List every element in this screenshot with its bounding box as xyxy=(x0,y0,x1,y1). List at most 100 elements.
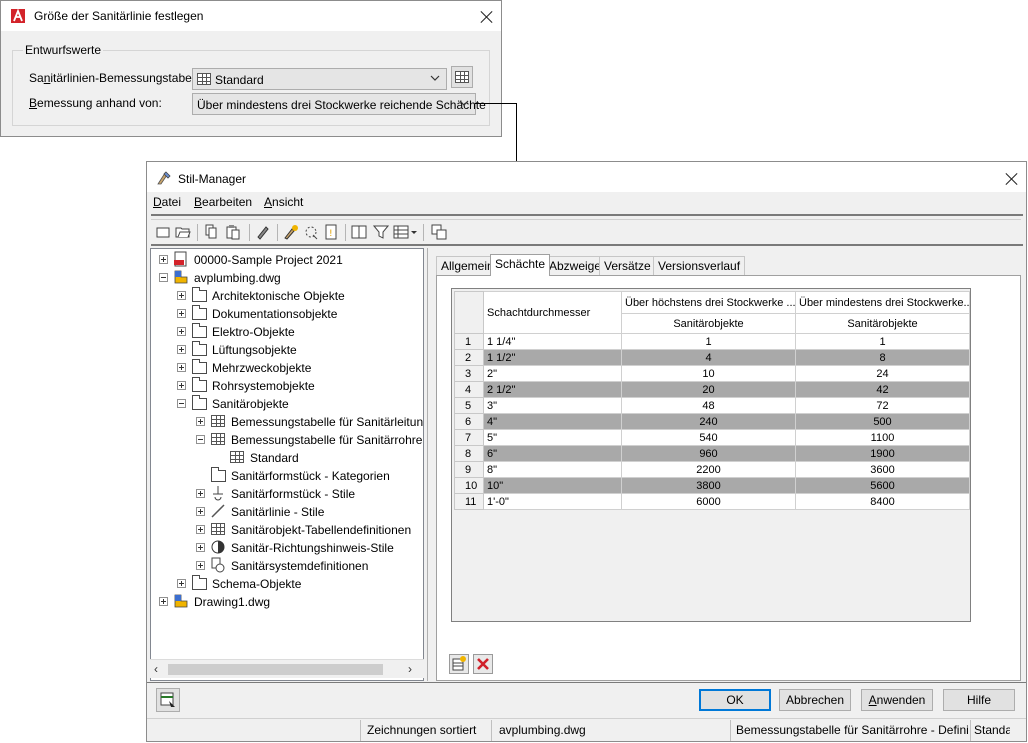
cell-shaft-diameter[interactable]: 1 1/2" xyxy=(483,349,622,366)
cell-min-three-floors[interactable]: 1900 xyxy=(795,445,970,462)
table-row[interactable]: 11 1/4" 1 1 xyxy=(454,333,970,350)
cell-min-three-floors[interactable]: 24 xyxy=(795,365,970,382)
table-row[interactable]: 10 10" 3800 5600 xyxy=(454,477,970,494)
cell-shaft-diameter[interactable]: 2" xyxy=(483,365,622,382)
cell-max-three-floors[interactable]: 6000 xyxy=(621,493,796,510)
expand-icon[interactable] xyxy=(177,363,186,372)
cell-min-three-floors[interactable]: 8400 xyxy=(795,493,970,510)
view-options-icon[interactable] xyxy=(393,224,419,240)
menu-file[interactable]: Datei xyxy=(153,195,181,209)
tab-shafts[interactable]: Schächte xyxy=(490,254,551,276)
cell-shaft-diameter[interactable]: 1'-0" xyxy=(483,493,622,510)
cell-shaft-diameter[interactable]: 8" xyxy=(483,461,622,478)
paste-icon[interactable] xyxy=(225,224,241,240)
sizing-basis-combo[interactable]: Über mindestens drei Stockwerke reichend… xyxy=(192,93,486,115)
cell-min-three-floors[interactable]: 500 xyxy=(795,413,970,430)
column-header-max-three-floors[interactable]: Über höchstens drei Stockwerke ... xyxy=(621,291,796,314)
tab-version-history[interactable]: Versionsverlauf xyxy=(653,256,746,275)
cell-max-three-floors[interactable]: 3800 xyxy=(621,477,796,494)
cell-shaft-diameter[interactable]: 5" xyxy=(483,429,622,446)
tree-horizontal-scrollbar[interactable]: ‹ › xyxy=(150,659,424,678)
cell-min-three-floors[interactable]: 3600 xyxy=(795,461,970,478)
column-header-min-three-floors[interactable]: Über mindestens drei Stockwerke... xyxy=(795,291,970,314)
collapse-icon[interactable] xyxy=(159,273,168,282)
edit-style-icon[interactable] xyxy=(255,224,271,240)
row-number[interactable]: 6 xyxy=(454,413,484,430)
tab-offsets[interactable]: Versätze xyxy=(599,256,656,275)
table-row[interactable]: 7 5" 540 1100 xyxy=(454,429,970,446)
expand-icon[interactable] xyxy=(177,579,186,588)
table-row[interactable]: 5 3" 48 72 xyxy=(454,397,970,414)
add-row-button[interactable] xyxy=(449,654,469,674)
copy-icon[interactable] xyxy=(203,224,219,240)
row-number[interactable]: 7 xyxy=(454,429,484,446)
expand-icon[interactable] xyxy=(196,507,205,516)
close-icon[interactable] xyxy=(1004,171,1020,187)
compare-icon[interactable] xyxy=(351,224,367,240)
style-tree[interactable]: 00000-Sample Project 2021 avplumbing.dwg A… xyxy=(150,248,424,681)
apply-button[interactable]: Anwenden xyxy=(861,689,933,711)
row-number[interactable]: 11 xyxy=(454,493,484,510)
table-row[interactable]: 6 4" 240 500 xyxy=(454,413,970,430)
row-number[interactable]: 9 xyxy=(454,461,484,478)
expand-icon[interactable] xyxy=(196,525,205,534)
cell-shaft-diameter[interactable]: 4" xyxy=(483,413,622,430)
cell-max-three-floors[interactable]: 10 xyxy=(621,365,796,382)
cell-shaft-diameter[interactable]: 3" xyxy=(483,397,622,414)
menu-edit[interactable]: Bearbeiten xyxy=(194,195,252,209)
expand-icon[interactable] xyxy=(196,489,205,498)
expand-icon[interactable] xyxy=(177,345,186,354)
cell-max-three-floors[interactable]: 2200 xyxy=(621,461,796,478)
toggle-view-icon[interactable] xyxy=(431,224,447,240)
ok-button[interactable]: OK xyxy=(699,689,771,711)
row-number[interactable]: 1 xyxy=(454,333,484,350)
expand-icon[interactable] xyxy=(196,561,205,570)
new-style-icon[interactable] xyxy=(283,224,299,240)
new-icon[interactable] xyxy=(155,224,171,240)
sizing-table-combo[interactable]: Standard xyxy=(192,68,447,90)
purge-icon[interactable] xyxy=(303,224,319,240)
tab-branches[interactable]: Abzweige xyxy=(544,256,607,275)
cell-max-three-floors[interactable]: 540 xyxy=(621,429,796,446)
row-number[interactable]: 5 xyxy=(454,397,484,414)
cell-max-three-floors[interactable]: 48 xyxy=(621,397,796,414)
style-info-icon[interactable]: ! xyxy=(323,224,339,240)
expand-icon[interactable] xyxy=(177,309,186,318)
table-row[interactable]: 42 1/2" 20 42 xyxy=(454,381,970,398)
cell-min-three-floors[interactable]: 8 xyxy=(795,349,970,366)
expand-icon[interactable] xyxy=(159,255,168,264)
cell-min-three-floors[interactable]: 1100 xyxy=(795,429,970,446)
row-number[interactable]: 2 xyxy=(454,349,484,366)
cell-max-three-floors[interactable]: 960 xyxy=(621,445,796,462)
cell-shaft-diameter[interactable]: 10" xyxy=(483,477,622,494)
column-header-shaft-diameter[interactable]: Schachtdurchmesser xyxy=(483,291,622,334)
cell-max-three-floors[interactable]: 4 xyxy=(621,349,796,366)
row-number[interactable]: 10 xyxy=(454,477,484,494)
collapse-icon[interactable] xyxy=(196,435,205,444)
row-number[interactable]: 3 xyxy=(454,365,484,382)
expand-icon[interactable] xyxy=(177,381,186,390)
row-number[interactable]: 8 xyxy=(454,445,484,462)
cell-shaft-diameter[interactable]: 1 1/4" xyxy=(483,333,622,350)
cell-max-three-floors[interactable]: 1 xyxy=(621,333,796,350)
table-row[interactable]: 11 1'-0" 6000 8400 xyxy=(454,493,970,510)
filter-icon[interactable] xyxy=(373,224,389,240)
expand-icon[interactable] xyxy=(196,417,205,426)
scroll-left-icon[interactable]: ‹ xyxy=(154,662,158,676)
cell-min-three-floors[interactable]: 1 xyxy=(795,333,970,350)
toggle-pane-button[interactable] xyxy=(156,688,180,712)
expand-icon[interactable] xyxy=(196,543,205,552)
cell-min-three-floors[interactable]: 5600 xyxy=(795,477,970,494)
cell-shaft-diameter[interactable]: 6" xyxy=(483,445,622,462)
cell-max-three-floors[interactable]: 240 xyxy=(621,413,796,430)
cell-shaft-diameter[interactable]: 2 1/2" xyxy=(483,381,622,398)
table-row[interactable]: 21 1/2" 4 8 xyxy=(454,349,970,366)
table-row[interactable]: 9 8" 2200 3600 xyxy=(454,461,970,478)
scroll-thumb[interactable] xyxy=(168,664,383,675)
expand-icon[interactable] xyxy=(177,291,186,300)
cancel-button[interactable]: Abbrechen xyxy=(779,689,851,711)
table-row[interactable]: 3 2" 10 24 xyxy=(454,365,970,382)
cell-min-three-floors[interactable]: 42 xyxy=(795,381,970,398)
delete-row-button[interactable] xyxy=(473,654,493,674)
collapse-icon[interactable] xyxy=(177,399,186,408)
